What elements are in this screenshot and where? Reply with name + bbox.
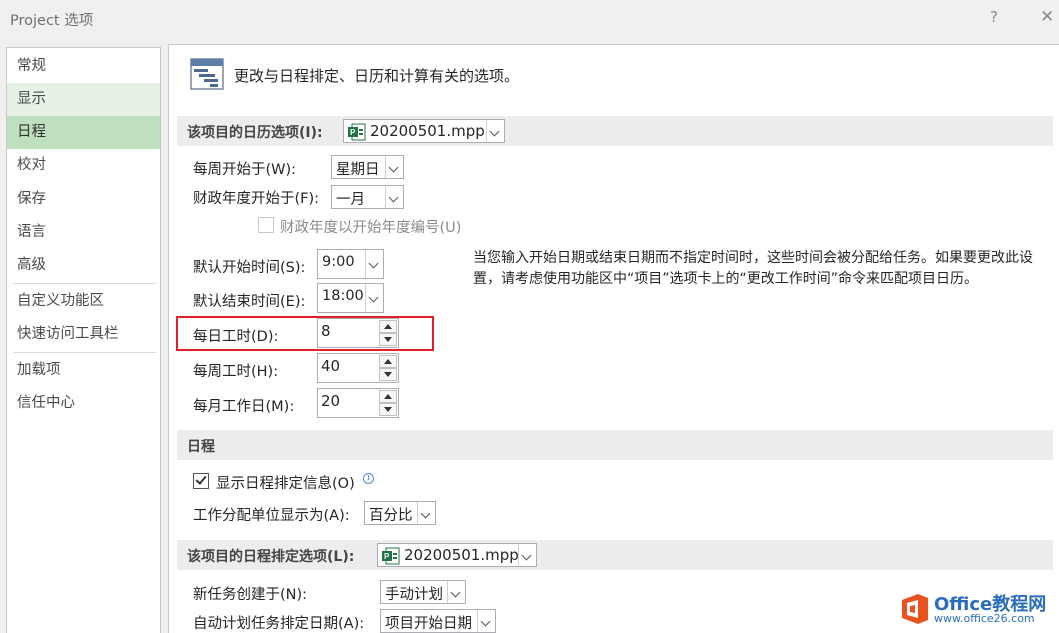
spin-down-icon[interactable] — [379, 403, 397, 416]
calendar-project-value: 20200501.mpp — [370, 122, 485, 140]
project-file-icon: P — [348, 123, 366, 141]
hours-per-week-label: 每周工时(H): — [193, 364, 279, 380]
title-bar: Project 选项 ? ✕ — [0, 0, 1059, 38]
help-button[interactable]: ? — [990, 8, 998, 26]
spin-up-icon[interactable] — [379, 390, 397, 403]
days-per-month-label: 每月工作日(M): — [193, 399, 295, 415]
options-content: 更改与日程排定、日历和计算有关的选项。 该项目的日历选项(I): P 20200… — [168, 44, 1059, 633]
sidebar-divider — [13, 283, 156, 284]
auto-tasks-select[interactable]: 项目开始日期 — [380, 609, 496, 633]
sidebar-item-proofing[interactable]: 校对 — [7, 149, 160, 182]
scheduling-options-section: 该项目的日程排定选项(L): — [177, 540, 1053, 570]
assignment-units-select[interactable]: 百分比 — [364, 501, 436, 525]
scheduling-project-select[interactable]: P 20200501.mpp — [377, 543, 537, 567]
fiscal-year-select[interactable]: 一月 — [331, 185, 404, 209]
sidebar-item-advanced[interactable]: 高级 — [7, 249, 160, 282]
default-times-note: 当您输入开始日期或结束日期而不指定时间时，这些时间会被分配给任务。如果要更改此设… — [473, 250, 1033, 287]
info-icon[interactable]: i — [363, 473, 374, 484]
sidebar-item-quick-access-toolbar[interactable]: 快速访问工具栏 — [7, 318, 160, 351]
sidebar-item-trust-center[interactable]: 信任中心 — [7, 387, 160, 420]
close-button[interactable]: ✕ — [1040, 7, 1054, 27]
chevron-down-icon — [365, 250, 383, 278]
show-schedule-checkbox[interactable] — [193, 473, 209, 489]
assignment-units-label: 工作分配单位显示为(A): — [193, 508, 350, 524]
days-per-month-value: 20 — [321, 392, 341, 410]
default-start-value: 9:00 — [322, 254, 355, 270]
week-starts-label: 每周开始于(W): — [193, 162, 297, 178]
hours-per-day-label: 每日工时(D): — [193, 329, 279, 345]
calendar-project-select[interactable]: P 20200501.mpp — [343, 119, 505, 143]
default-start-select[interactable]: 9:00 — [317, 249, 384, 279]
window-title: Project 选项 — [10, 13, 94, 29]
page-header: 更改与日程排定、日历和计算有关的选项。 — [234, 67, 520, 85]
week-starts-select[interactable]: 星期日 — [331, 155, 404, 179]
hours-per-week-value: 40 — [321, 357, 341, 375]
chevron-down-icon — [518, 544, 536, 566]
spin-up-icon[interactable] — [379, 355, 397, 368]
default-end-select[interactable]: 18:00 — [317, 283, 384, 313]
fiscal-numbering-checkbox[interactable] — [258, 217, 274, 233]
schedule-section-title: 日程 — [187, 439, 215, 455]
new-tasks-select[interactable]: 手动计划 — [380, 580, 466, 604]
days-per-month-spinner[interactable]: 20 — [317, 388, 399, 418]
chevron-down-icon — [486, 120, 504, 142]
chevron-down-icon — [477, 610, 495, 632]
assignment-units-value: 百分比 — [369, 508, 413, 524]
new-tasks-label: 新任务创建于(N): — [193, 587, 308, 603]
fiscal-year-label: 财政年度开始于(F): — [193, 191, 320, 207]
calendar-options-title: 该项目的日历选项(I): — [187, 125, 323, 141]
scheduling-project-value: 20200501.mpp — [404, 546, 519, 564]
hours-per-day-value: 8 — [321, 322, 331, 340]
watermark-logo: Office教程网 www.office26.com — [896, 588, 1056, 630]
spin-down-icon[interactable] — [379, 368, 397, 381]
fiscal-numbering-label: 财政年度以开始年度编号(U) — [280, 220, 462, 236]
svg-text:P: P — [384, 552, 390, 561]
options-sidebar: 常规 显示 日程 校对 保存 语言 高级 自定义功能区 快速访问工具栏 加载项 … — [6, 47, 161, 633]
hours-per-week-spinner[interactable]: 40 — [317, 353, 399, 383]
new-tasks-value: 手动计划 — [385, 587, 443, 603]
svg-text:P: P — [350, 128, 356, 137]
default-start-label: 默认开始时间(S): — [193, 260, 306, 276]
sidebar-item-schedule[interactable]: 日程 — [7, 116, 160, 149]
office-logo-icon — [902, 594, 928, 624]
watermark-url: www.office26.com — [934, 612, 1035, 625]
sidebar-item-save[interactable]: 保存 — [7, 183, 160, 216]
sidebar-item-add-ins[interactable]: 加载项 — [7, 354, 160, 387]
week-starts-value: 星期日 — [336, 162, 380, 178]
spin-down-icon[interactable] — [379, 333, 397, 346]
sidebar-item-display[interactable]: 显示 — [7, 83, 160, 116]
auto-tasks-label: 自动计划任务排定日期(A): — [193, 616, 365, 632]
fiscal-year-value: 一月 — [336, 192, 365, 208]
checkmark-icon — [195, 473, 207, 485]
scheduling-options-title: 该项目的日程排定选项(L): — [187, 549, 355, 565]
default-end-value: 18:00 — [322, 288, 364, 304]
project-file-icon: P — [382, 547, 400, 565]
hours-per-day-spinner[interactable]: 8 — [317, 318, 399, 348]
sidebar-item-general[interactable]: 常规 — [7, 50, 160, 83]
sidebar-item-customize-ribbon[interactable]: 自定义功能区 — [7, 285, 160, 318]
spin-up-icon[interactable] — [379, 320, 397, 333]
schedule-options-icon — [190, 58, 224, 90]
calendar-options-section: 该项目的日历选项(I): — [177, 116, 1053, 146]
show-schedule-label: 显示日程排定信息(O) — [216, 476, 355, 492]
schedule-section: 日程 — [177, 430, 1053, 460]
chevron-down-icon — [385, 186, 403, 208]
sidebar-divider — [13, 352, 156, 353]
default-end-label: 默认结束时间(E): — [193, 294, 306, 310]
sidebar-item-language[interactable]: 语言 — [7, 216, 160, 249]
auto-tasks-value: 项目开始日期 — [385, 616, 472, 632]
chevron-down-icon — [385, 156, 403, 178]
chevron-down-icon — [417, 502, 435, 524]
chevron-down-icon — [447, 581, 465, 603]
chevron-down-icon — [365, 284, 383, 312]
